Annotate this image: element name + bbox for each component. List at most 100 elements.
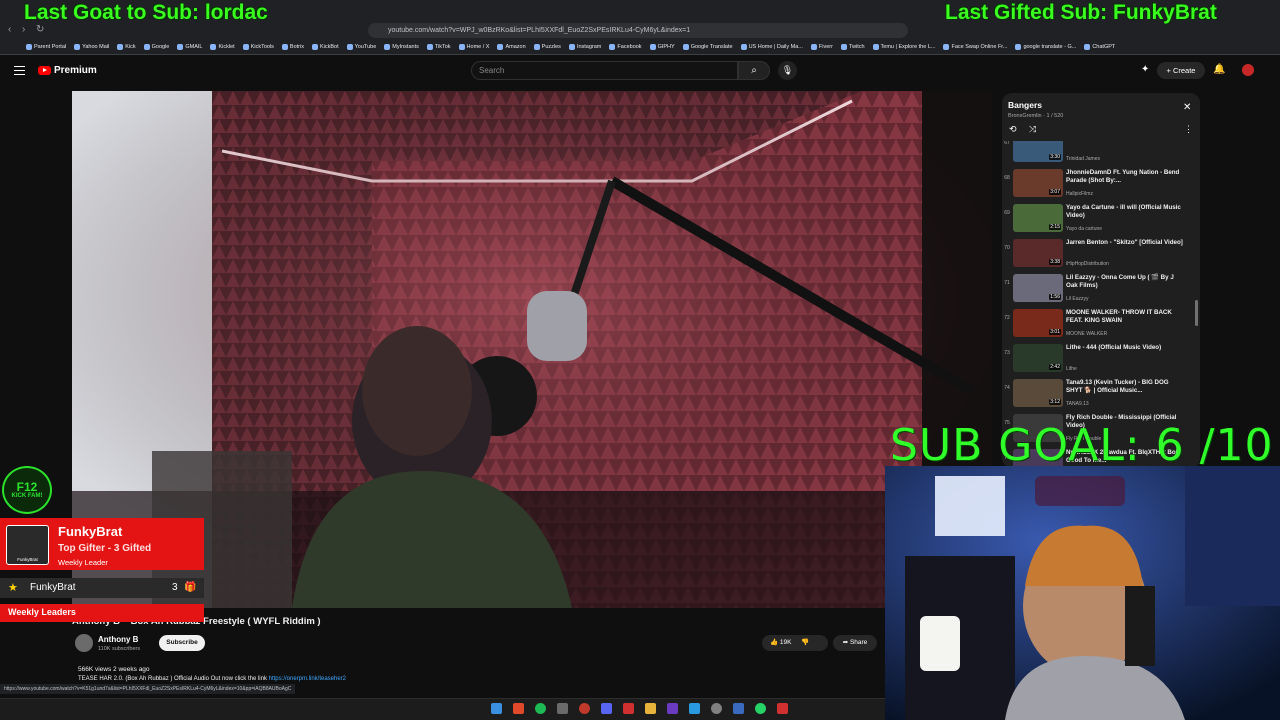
playlist-item-duration: 3:12 [1049,399,1061,405]
bookmark-item[interactable]: TikTok [426,44,451,50]
bookmark-item[interactable]: Facebook [609,44,642,50]
playlist-item-title[interactable]: Jarren Benton - "Skitzo" [Official Video… [1066,239,1184,247]
chrome-icon[interactable] [579,703,590,714]
reload-icon[interactable]: ↻ [36,24,44,35]
playlist-item-title[interactable]: Tana9.13 (Kevin Tucker) - BIG DOG SHYT 🐕… [1066,379,1184,395]
settings-icon[interactable] [711,703,722,714]
bookmark-item[interactable]: Home / X [458,44,489,50]
playlist-item[interactable]: 72 3:01 MOONE WALKER- THROW IT BACK FEAT. … [1002,309,1192,343]
notifications-icon[interactable]: 🔔 [1213,64,1225,75]
more-options-icon[interactable]: ⋮ [1184,124,1193,135]
bookmark-item[interactable]: YouTube [346,44,376,50]
folder-icon[interactable] [645,703,656,714]
bookmark-item[interactable]: Google Translate [682,44,733,50]
subscribe-button[interactable]: Subscribe [159,635,205,651]
playlist-item[interactable]: 69 2:15 Yayo da Cartune - ill will (Offici… [1002,204,1192,238]
share-button[interactable]: ➦ Share [833,635,877,651]
playlist-item-title[interactable]: Yayo da Cartune - ill will (Official Mus… [1066,204,1184,220]
bookmark-item[interactable]: US Home | Daily Ma... [740,44,803,50]
description-link[interactable]: https://onerpm.link/teaseher2 [269,676,346,682]
playlist-item-title[interactable]: Lithe - 444 (Official Music Video) [1066,344,1184,352]
playlist-item-title[interactable]: MOONE WALKER- THROW IT BACK FEAT. KING S… [1066,309,1184,325]
bookmark-item[interactable]: MyInstants [384,44,419,50]
playlist-item[interactable]: 71 1:56 Lil Eazzyy - Onna Come Up ( 🎬 By J… [1002,274,1192,308]
bookmark-label: Instagram [576,44,602,50]
channel-avatar[interactable] [75,634,93,652]
playlist-item-thumbnail[interactable]: 3:01 [1013,309,1063,337]
bookmark-item[interactable]: Fiverr [810,44,833,50]
brand-label[interactable]: Premium [54,65,97,76]
bookmark-label: TikTok [434,44,451,50]
playlist-item-thumbnail[interactable]: 3:12 [1013,379,1063,407]
account-avatar[interactable] [1242,64,1254,76]
bookmark-item[interactable]: KickBot [311,44,339,50]
bookmark-item[interactable]: KickTools [242,44,274,50]
create-button[interactable]: + Create [1157,62,1205,79]
cast-icon[interactable]: ✦ [1141,64,1149,75]
shuffle-icon[interactable]: ⤨ [1029,124,1036,135]
bookmark-item[interactable]: Parent Portal [26,44,66,50]
playlist-item[interactable]: 70 3:38 Jarren Benton - "Skitzo" [Official… [1002,239,1192,273]
bookmark-item[interactable]: Kick [117,44,136,50]
location-icon[interactable] [623,703,634,714]
windows-start-icon[interactable] [491,703,502,714]
playlist-item[interactable]: 67 3:30 (Official Music Video) Trinidad Jam… [1002,141,1192,168]
close-icon[interactable]: ✕ [1183,102,1191,113]
bookmark-item[interactable]: Puzzles [533,44,561,50]
playlist-item[interactable]: 73 2:42 Lithe - 444 (Official Music Video)… [1002,344,1192,378]
microphone-icon[interactable]: 🎙 [778,61,797,80]
playlist-item-thumbnail[interactable]: 3:30 [1013,141,1063,162]
photos-icon[interactable] [733,703,744,714]
pin-icon[interactable] [777,703,788,714]
playlist-item-thumbnail[interactable]: 2:15 [1013,204,1063,232]
bookmark-item[interactable]: Temu | Explore the L... [872,44,935,50]
taskbar-app-icon[interactable] [557,703,568,714]
bookmark-item[interactable]: Yahoo Mail [74,44,109,50]
whatsapp-icon[interactable] [755,703,766,714]
playlist-item-title[interactable]: (Official Music Video) [1066,141,1184,142]
app-icon[interactable] [667,703,678,714]
playlist-item-title[interactable]: JhonnieDamnD Ft. Yung Nation - Bend Para… [1066,169,1184,185]
like-icon[interactable]: 👍 [770,639,778,646]
bookmark-item[interactable]: Botrix [281,44,304,50]
forward-icon[interactable]: › [22,24,25,35]
bookmark-item[interactable]: Amazon [497,44,526,50]
create-label: Create [1172,66,1196,75]
address-bar[interactable]: youtube.com/watch?v=WPJ_w0BzRKo&list=PLh… [368,23,908,38]
playlist-item[interactable]: 68 3:07 JhonnieDamnD Ft. Yung Nation - Ben… [1002,169,1192,203]
bookmark-label: Parent Portal [34,44,67,50]
menu-icon[interactable] [14,66,25,75]
bookmark-item[interactable]: Twitch [840,44,865,50]
bookmark-item[interactable]: Instagram [568,44,602,50]
playlist-item-thumbnail[interactable]: 3:07 [1013,169,1063,197]
bookmark-item[interactable]: Google [143,44,169,50]
search-input[interactable]: Search [471,61,738,80]
video-player[interactable] [72,91,992,608]
bookmark-item[interactable]: Face Swap Online Fr... [943,44,1007,50]
bookmark-item[interactable]: GMAIL [177,44,202,50]
discord-icon[interactable] [601,703,612,714]
loop-icon[interactable]: ⟲ [1009,124,1017,135]
bookmark-favicon-icon [943,44,950,50]
bookmark-item[interactable]: GIPHY [649,44,675,50]
dislike-icon[interactable]: 👎 [801,639,809,646]
bookmark-item[interactable]: Kicklet [210,44,235,50]
brave-icon[interactable] [513,703,524,714]
spotify-icon[interactable] [535,703,546,714]
playlist-item[interactable]: 74 3:12 Tana9.13 (Kevin Tucker) - BIG DOG … [1002,379,1192,413]
telegram-icon[interactable] [689,703,700,714]
playlist-scrollbar[interactable] [1195,300,1198,326]
playlist-item-thumbnail[interactable]: 3:38 [1013,239,1063,267]
playlist-item-title[interactable]: Lil Eazzyy - Onna Come Up ( 🎬 By J Oak F… [1066,274,1184,290]
like-dislike-pill[interactable]: 👍 19K 👎 [762,635,828,651]
back-icon[interactable]: ‹ [8,24,11,35]
playlist-item-thumbnail[interactable]: 2:42 [1013,344,1063,372]
playlist-title[interactable]: Bangers [1008,100,1042,110]
playlist-owner: BronxGremlin · 1 / 520 [1008,113,1064,119]
youtube-logo-icon[interactable] [38,66,51,75]
channel-name[interactable]: Anthony B [98,635,138,644]
bookmark-item[interactable]: ChatGPT [1084,44,1115,50]
playlist-item-thumbnail[interactable]: 1:56 [1013,274,1063,302]
bookmark-item[interactable]: google translate - G... [1015,44,1076,50]
search-icon[interactable]: ⌕ [738,61,770,80]
